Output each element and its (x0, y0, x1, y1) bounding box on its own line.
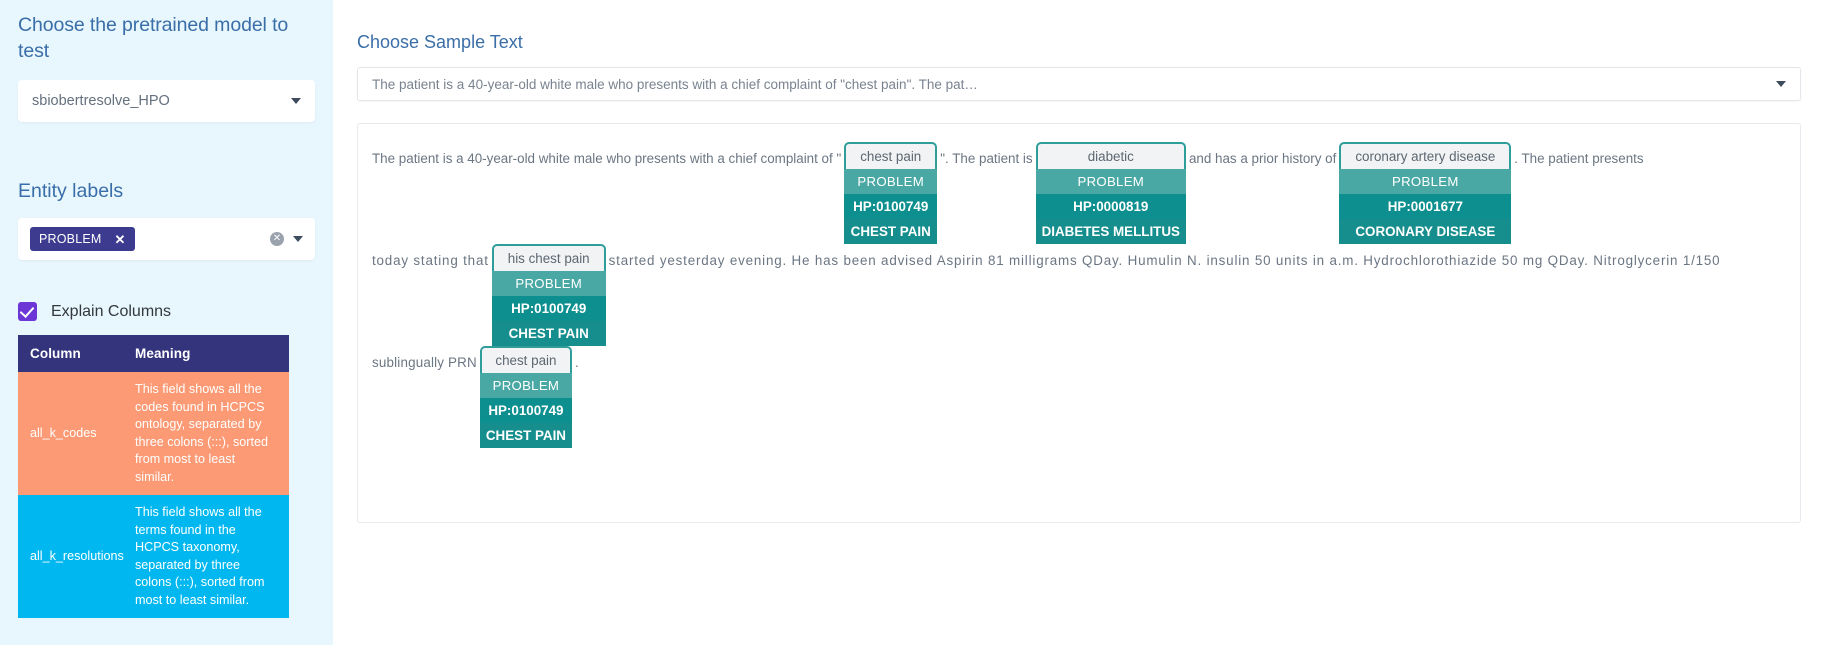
cell-column-name: all_k_codes (18, 372, 123, 495)
text-segment: and has a prior history of (1188, 151, 1337, 166)
text-segment: The patient is a 40-year-old white male … (372, 151, 842, 166)
entity-code: HP:0000819 (1035, 194, 1186, 219)
explain-columns-row[interactable]: Explain Columns (18, 302, 315, 321)
entity-label: PROBLEM (844, 169, 938, 194)
annotated-line: The patient is a 40-year-old white male … (358, 142, 1800, 244)
table-row: all_k_codes This field shows all the cod… (18, 372, 289, 495)
sample-text-select[interactable]: The patient is a 40-year-old white male … (357, 67, 1801, 101)
entity-label-tag-text: PROBLEM (39, 232, 102, 246)
text-segment: . The patient presents (1514, 151, 1644, 166)
chevron-down-icon[interactable] (293, 236, 303, 242)
text-segment: sublingually PRN (372, 355, 477, 370)
entity-chest-pain-2[interactable]: chest pain PROBLEM HP:0100749 CHEST PAIN (479, 346, 572, 448)
entity-label: PROBLEM (1035, 169, 1186, 194)
cell-column-meaning: This field shows all the codes found in … (123, 372, 289, 495)
annotated-line: today stating that his chest pain PROBLE… (358, 244, 1800, 346)
text-segment: today stating that (372, 253, 489, 268)
entity-chest-pain[interactable]: chest pain PROBLEM HP:0100749 CHEST PAIN (844, 142, 938, 244)
entity-code: HP:0100749 (491, 296, 606, 321)
explain-columns-checkbox[interactable] (18, 302, 37, 321)
entity-text: coronary artery disease (1339, 142, 1512, 169)
table-row: all_k_resolutions This field shows all t… (18, 495, 289, 618)
sample-text-value: The patient is a 40-year-old white male … (372, 76, 978, 92)
column-meaning-table: Column Meaning all_k_codes This field sh… (18, 335, 289, 618)
chevron-down-icon (291, 98, 301, 104)
sample-text-title: Choose Sample Text (357, 32, 523, 52)
entity-code: HP:0001677 (1339, 194, 1512, 219)
entity-resolution: DIABETES MELLITUS (1035, 219, 1186, 244)
entity-code: HP:0100749 (844, 194, 938, 219)
annotated-line: sublingually PRN chest pain PROBLEM HP:0… (358, 346, 1800, 448)
multiselect-controls: ✕ (270, 232, 303, 246)
clear-circle-icon[interactable]: ✕ (270, 232, 284, 246)
entity-label: PROBLEM (479, 373, 572, 398)
entity-text: chest pain (844, 142, 938, 169)
entity-text: diabetic (1035, 142, 1186, 169)
cell-column-meaning: This field shows all the terms found in … (123, 495, 289, 618)
chevron-down-icon (1776, 81, 1786, 87)
entity-resolution: CORONARY DISEASE (1339, 219, 1512, 244)
close-icon[interactable]: ✕ (115, 233, 126, 246)
entity-labels-title: Entity labels (18, 180, 124, 202)
sidebar: Choose the pretrained model to test sbio… (0, 0, 333, 645)
app-root: Choose the pretrained model to test sbio… (0, 0, 1825, 645)
text-segment: started yesterday evening. He has been a… (608, 253, 1721, 268)
entity-text: his chest pain (491, 244, 606, 271)
model-section-title: Choose the pretrained model to test (18, 14, 289, 62)
entity-resolution: CHEST PAIN (491, 321, 606, 346)
entity-diabetic[interactable]: diabetic PROBLEM HP:0000819 DIABETES MEL… (1035, 142, 1186, 244)
table-header-row: Column Meaning (18, 335, 289, 372)
entity-resolution: CHEST PAIN (844, 219, 938, 244)
entity-label-tag-problem[interactable]: PROBLEM ✕ (30, 227, 135, 251)
pretrained-model-value: sbiobertresolve_HPO (32, 93, 170, 109)
annotation-result-panel: The patient is a 40-year-old white male … (357, 123, 1801, 523)
text-segment: . (574, 355, 579, 370)
cell-column-name: all_k_resolutions (18, 495, 124, 618)
entity-code: HP:0100749 (479, 398, 572, 423)
entity-labels-multiselect[interactable]: PROBLEM ✕ ✕ (18, 218, 315, 260)
header-meaning: Meaning (123, 335, 289, 372)
main-content: Choose Sample Text The patient is a 40-y… (333, 0, 1825, 645)
entity-label: PROBLEM (491, 271, 606, 296)
entity-label: PROBLEM (1339, 169, 1512, 194)
entity-text: chest pain (479, 346, 572, 373)
entity-his-chest-pain[interactable]: his chest pain PROBLEM HP:0100749 CHEST … (491, 244, 606, 346)
entity-coronary-artery-disease[interactable]: coronary artery disease PROBLEM HP:00016… (1339, 142, 1512, 244)
pretrained-model-select[interactable]: sbiobertresolve_HPO (18, 80, 315, 122)
header-column: Column (18, 335, 123, 372)
entity-resolution: CHEST PAIN (479, 423, 572, 448)
explain-columns-label: Explain Columns (51, 302, 172, 320)
text-segment: ". The patient is (940, 151, 1033, 166)
